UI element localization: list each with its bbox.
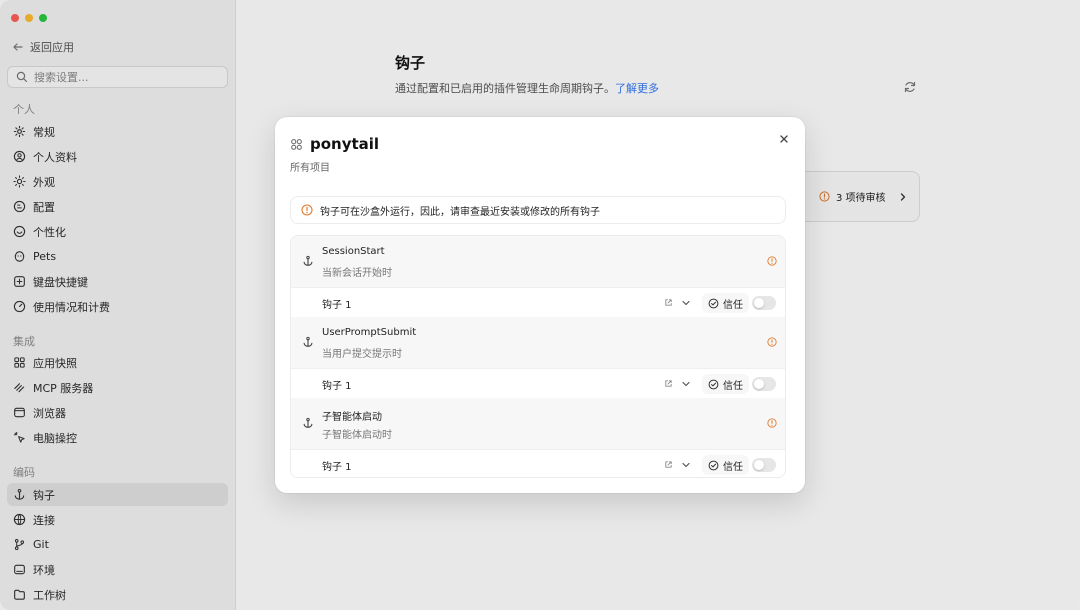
dialog-title-text: ponytail bbox=[310, 135, 380, 153]
warning-circle-icon bbox=[767, 418, 777, 428]
hook-group-user-prompt-submit: UserPromptSubmit 当用户提交提示时 钩子 1 信任 bbox=[291, 317, 785, 398]
hook-header: 子智能体启动 子智能体启动时 bbox=[291, 398, 785, 449]
trust-label: 信任 bbox=[723, 461, 743, 473]
hook-event-description: 当用户提交提示时 bbox=[322, 349, 402, 360]
external-link-icon[interactable] bbox=[664, 379, 673, 388]
shield-check-icon bbox=[708, 460, 719, 470]
trust-label: 信任 bbox=[723, 299, 743, 311]
sandbox-warning-banner: 钩子可在沙盒外运行，因此，请审查最近安装或修改的所有钩子 bbox=[290, 196, 786, 224]
hook-label: 钩子 1 bbox=[322, 300, 352, 311]
warning-text: 钩子可在沙盒外运行，因此，请审查最近安装或修改的所有钩子 bbox=[320, 206, 600, 218]
hook-group-subagent-start: 子智能体启动 子智能体启动时 钩子 1 信任 bbox=[291, 398, 785, 477]
anchor-icon bbox=[303, 255, 313, 266]
plugin-hooks-dialog: ponytail 所有项目 钩子可在沙盒外运行，因此，请审查最近安装或修改的所有… bbox=[275, 117, 805, 493]
warning-circle-icon bbox=[767, 256, 777, 266]
hook-label: 钩子 1 bbox=[322, 381, 352, 392]
chevron-down-icon[interactable] bbox=[681, 298, 691, 308]
hook-event-name: SessionStart bbox=[322, 246, 385, 257]
hook-enable-toggle[interactable] bbox=[752, 377, 776, 391]
app-window: 返回应用 个人 常规 个人资料 外观 配置 个性化 bbox=[0, 0, 1080, 610]
hook-event-name: UserPromptSubmit bbox=[322, 327, 417, 338]
hook-row: 钩子 1 信任 bbox=[291, 368, 785, 398]
dialog-subtitle: 所有项目 bbox=[290, 163, 330, 174]
hook-enable-toggle[interactable] bbox=[752, 458, 776, 472]
chevron-down-icon[interactable] bbox=[681, 379, 691, 389]
hook-event-description: 当新会话开始时 bbox=[322, 268, 392, 279]
anchor-icon bbox=[303, 417, 313, 428]
chevron-down-icon[interactable] bbox=[681, 460, 691, 470]
hook-header: SessionStart 当新会话开始时 bbox=[291, 236, 785, 287]
warning-circle-icon bbox=[301, 204, 313, 216]
shield-check-icon bbox=[708, 298, 719, 308]
external-link-icon[interactable] bbox=[664, 460, 673, 469]
hook-enable-toggle[interactable] bbox=[752, 296, 776, 310]
trust-button[interactable]: 信任 bbox=[702, 374, 749, 394]
hook-event-description: 子智能体启动时 bbox=[322, 430, 392, 441]
trust-button[interactable]: 信任 bbox=[702, 293, 749, 313]
hook-event-name: 子智能体启动 bbox=[322, 412, 382, 423]
warning-circle-icon bbox=[767, 337, 777, 347]
close-icon[interactable] bbox=[777, 132, 791, 146]
hook-label: 钩子 1 bbox=[322, 462, 352, 473]
anchor-icon bbox=[303, 336, 313, 347]
plugin-grid-icon bbox=[291, 138, 302, 150]
hook-header: UserPromptSubmit 当用户提交提示时 bbox=[291, 317, 785, 368]
external-link-icon[interactable] bbox=[664, 298, 673, 307]
trust-button[interactable]: 信任 bbox=[702, 455, 749, 475]
hooks-list: SessionStart 当新会话开始时 钩子 1 信任 UserPromptS… bbox=[290, 235, 786, 478]
hook-group-session-start: SessionStart 当新会话开始时 钩子 1 信任 bbox=[291, 236, 785, 317]
hook-row: 钩子 1 信任 bbox=[291, 449, 785, 477]
dialog-title: ponytail bbox=[290, 135, 379, 153]
hook-row: 钩子 1 信任 bbox=[291, 287, 785, 317]
trust-label: 信任 bbox=[723, 380, 743, 392]
shield-check-icon bbox=[708, 379, 719, 389]
